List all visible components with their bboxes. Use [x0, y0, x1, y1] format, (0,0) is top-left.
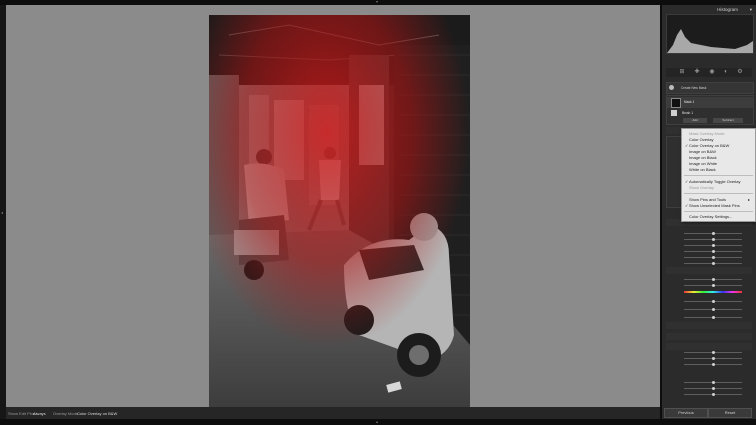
mask-overlay-mode-menu: Mask Overlay Mode Color Overlay ✓Color O… — [681, 128, 756, 222]
menu-separator — [684, 193, 753, 194]
histogram-icon — [667, 29, 753, 53]
dehaze-slider[interactable] — [684, 363, 742, 366]
brush-icon — [671, 110, 677, 116]
create-new-mask-label: Create New Mask — [681, 86, 707, 90]
settings-icon[interactable]: ⚙ — [736, 69, 744, 76]
highlights-slider[interactable] — [684, 244, 742, 247]
add-button[interactable]: Add — [683, 118, 707, 123]
shadows-slider[interactable] — [684, 250, 742, 253]
red-eye-icon[interactable]: ◉ — [708, 69, 716, 76]
create-new-mask-row[interactable]: Create New Mask — [666, 82, 754, 94]
menu-item-white-on-black[interactable]: White on Black — [685, 167, 716, 173]
menu-item-color-overlay-settings[interactable]: Color Overlay Settings... — [685, 214, 732, 220]
show-edit-pins-select[interactable]: Always — [33, 411, 46, 416]
whites-slider[interactable] — [684, 256, 742, 259]
mask-list: Mask 1 Brush 1 Add Subtract — [666, 95, 754, 125]
previous-button[interactable]: Previous — [664, 408, 708, 418]
noise-slider[interactable] — [684, 387, 742, 390]
top-panel-toggle-icon[interactable]: ▾ — [376, 0, 378, 4]
menu-item-show-unselected-mask-pins[interactable]: ✓Show Unselected Mask Pins — [685, 203, 740, 209]
menu-separator — [684, 175, 753, 176]
collapse-icon[interactable]: ▾ — [750, 7, 752, 13]
moire-slider[interactable] — [684, 393, 742, 396]
submenu-arrow-icon: ▸ — [748, 197, 751, 202]
temp-slider[interactable] — [684, 278, 742, 281]
texture-slider[interactable] — [684, 351, 742, 354]
image-canvas[interactable] — [6, 5, 660, 407]
effects-section-header[interactable] — [666, 322, 752, 329]
street-photo — [209, 15, 470, 407]
color-section-header[interactable] — [666, 267, 752, 274]
bottom-panel-toggle-icon[interactable]: ▴ — [376, 419, 378, 424]
blacks-slider[interactable] — [684, 262, 742, 265]
histogram-info — [666, 53, 752, 59]
tool-strip: ⊞ ✚ ◉ ◐ ⚙ — [666, 68, 752, 77]
clarity-slider[interactable] — [684, 357, 742, 360]
panel-title: Histogram — [717, 7, 738, 12]
heal-icon[interactable]: ✚ — [693, 69, 701, 76]
overlay-mode-select[interactable]: Color Overlay on B&W — [77, 411, 117, 416]
left-panel-toggle-icon[interactable]: ◂ — [1, 210, 3, 215]
mask-thumbnail — [671, 98, 681, 108]
subtract-button[interactable]: Subtract — [713, 118, 743, 123]
reset-button[interactable]: Reset — [708, 408, 752, 418]
contrast-slider[interactable] — [684, 238, 742, 241]
brush-1-row[interactable]: Brush 1 — [667, 109, 753, 117]
brush-1-label: Brush 1 — [682, 111, 693, 115]
histogram-chart — [666, 14, 754, 54]
status-bar: Show Edit Pins : Always Overlay Mode : C… — [6, 407, 660, 419]
sharpness-slider[interactable] — [684, 381, 742, 384]
mask-1-label: Mask 1 — [684, 100, 695, 104]
bottom-bar: ▴ — [0, 419, 756, 425]
mask-1-row[interactable]: Mask 1 — [667, 97, 753, 108]
menu-separator — [684, 211, 753, 212]
hue-slider[interactable] — [684, 291, 742, 293]
amount-slider[interactable] — [684, 308, 742, 311]
detail-section-header[interactable] — [666, 333, 752, 340]
tint-slider[interactable] — [684, 284, 742, 287]
mask-icon[interactable]: ◐ — [722, 69, 730, 76]
exposure-slider[interactable] — [684, 232, 742, 235]
range-slider[interactable] — [684, 316, 742, 319]
menu-item-show-overlay: Show Overlay — [689, 185, 714, 190]
photo-preview[interactable] — [209, 15, 470, 407]
histogram-header[interactable]: Histogram ▾ — [662, 5, 756, 14]
saturation-slider[interactable] — [684, 300, 742, 303]
add-mask-icon — [669, 85, 674, 90]
crop-icon[interactable]: ⊞ — [678, 69, 686, 76]
optics-section-header[interactable] — [666, 343, 752, 350]
